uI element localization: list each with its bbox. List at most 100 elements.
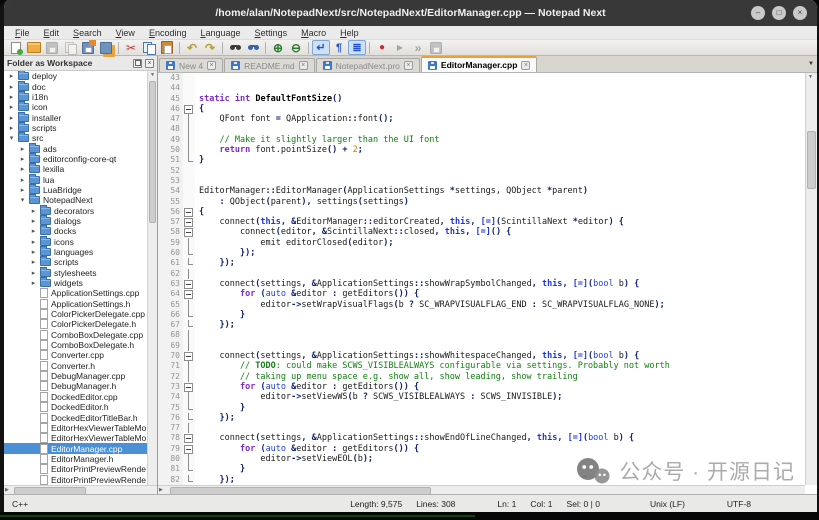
tree-item-DockedEditor.cpp[interactable]: DockedEditor.cpp — [4, 392, 147, 402]
minimize-button[interactable]: – — [751, 6, 765, 20]
tree-item-ComboBoxDelegate.h[interactable]: ComboBoxDelegate.h — [4, 340, 147, 350]
tree-item-installer[interactable]: ▸installer — [4, 112, 147, 122]
expand-arrow-icon[interactable]: ▸ — [19, 165, 26, 173]
menu-view[interactable]: View — [109, 28, 142, 38]
menu-encoding[interactable]: Encoding — [142, 28, 194, 38]
tree-item-DebugManager.h[interactable]: DebugManager.h — [4, 381, 147, 391]
menu-settings[interactable]: Settings — [248, 28, 295, 38]
fold-marker[interactable] — [183, 310, 195, 320]
title-bar[interactable]: /home/alan/NotepadNext/src/NotepadNext/E… — [4, 0, 817, 26]
fold-marker[interactable] — [183, 124, 195, 134]
fold-marker[interactable] — [183, 279, 195, 289]
show-all-characters-button[interactable] — [330, 40, 348, 55]
cut-button[interactable] — [122, 40, 140, 55]
fold-marker[interactable] — [183, 413, 195, 423]
tree-item-EditorHexViewerTableMo…[interactable]: EditorHexViewerTableMo… — [4, 433, 147, 443]
open-file-button[interactable] — [25, 40, 43, 55]
expand-arrow-icon[interactable]: ▸ — [30, 238, 37, 246]
save-copy-as-button[interactable] — [61, 40, 79, 55]
tree-item-Converter.cpp[interactable]: Converter.cpp — [4, 350, 147, 360]
save-macro-button[interactable] — [427, 40, 445, 55]
expand-arrow-icon[interactable]: ▸ — [30, 207, 37, 215]
fold-marker[interactable] — [183, 248, 195, 258]
tree-item-DebugManager.cpp[interactable]: DebugManager.cpp — [4, 371, 147, 381]
expand-arrow-icon[interactable]: ▸ — [30, 248, 37, 256]
fold-marker[interactable] — [183, 403, 195, 413]
word-wrap-button[interactable] — [312, 40, 330, 55]
tree-item-languages[interactable]: ▸languages — [4, 247, 147, 257]
expand-arrow-icon[interactable]: ▸ — [30, 258, 37, 266]
play-macro-button[interactable] — [391, 40, 409, 55]
fold-marker[interactable] — [183, 433, 195, 443]
expand-arrow-icon[interactable]: ▸ — [8, 124, 15, 132]
expand-arrow-icon[interactable]: ▸ — [30, 269, 37, 277]
fold-marker[interactable] — [183, 145, 195, 155]
fold-marker[interactable] — [183, 217, 195, 227]
tree-item-icon[interactable]: ▸icon — [4, 102, 147, 112]
fold-marker[interactable] — [183, 155, 195, 165]
zoom-in-button[interactable] — [269, 40, 287, 55]
expand-arrow-icon[interactable]: ▸ — [30, 217, 37, 225]
expand-arrow-icon[interactable]: ▸ — [8, 103, 15, 111]
expand-arrow-icon[interactable]: ▸ — [8, 93, 15, 101]
tree-item-lua[interactable]: ▸lua — [4, 174, 147, 184]
fold-marker[interactable] — [183, 444, 195, 454]
expand-arrow-icon[interactable]: ▸ — [19, 145, 26, 153]
save-file-button[interactable] — [43, 40, 61, 55]
tree-item-lexilla[interactable]: ▸lexilla — [4, 164, 147, 174]
tab-NotepadNext.pro[interactable]: NotepadNext.pro — [316, 58, 420, 72]
expand-arrow-icon[interactable]: ▸ — [19, 176, 26, 184]
fold-marker[interactable] — [183, 351, 195, 361]
fold-marker[interactable] — [183, 330, 195, 340]
tree-item-dialogs[interactable]: ▸dialogs — [4, 216, 147, 226]
tree-item-ads[interactable]: ▸ads — [4, 143, 147, 153]
tree-item-LuaBridge[interactable]: ▸LuaBridge — [4, 185, 147, 195]
close-tab-icon[interactable] — [207, 61, 216, 70]
tree-item-EditorHexViewerTableMo…[interactable]: EditorHexViewerTableMo… — [4, 423, 147, 433]
menu-language[interactable]: Language — [193, 28, 247, 38]
fold-marker[interactable] — [183, 238, 195, 248]
tree-item-NotepadNext[interactable]: ▾NotepadNext — [4, 195, 147, 205]
close-button[interactable]: × — [793, 6, 807, 20]
save-as-button[interactable] — [79, 40, 97, 55]
tree-item-DockedEditor.h[interactable]: DockedEditor.h — [4, 402, 147, 412]
fold-marker[interactable] — [183, 269, 195, 279]
tree-item-stylesheets[interactable]: ▸stylesheets — [4, 268, 147, 278]
run-macro-multiple-button[interactable] — [409, 40, 427, 55]
record-macro-button[interactable] — [373, 40, 391, 55]
sidebar-horizontal-scrollbar[interactable] — [4, 485, 157, 494]
tree-item-deploy[interactable]: ▸deploy — [4, 71, 147, 81]
replace-button[interactable] — [244, 40, 262, 55]
fold-marker[interactable] — [183, 320, 195, 330]
code-editor-surface[interactable]: 434445static int DefaultFontSize()46{47 … — [158, 73, 805, 485]
fold-marker[interactable] — [183, 464, 195, 474]
expand-arrow-icon[interactable]: ▾ — [8, 134, 15, 142]
menu-macro[interactable]: Macro — [294, 28, 333, 38]
redo-button[interactable] — [201, 40, 219, 55]
find-button[interactable] — [226, 40, 244, 55]
close-tab-icon[interactable] — [299, 61, 308, 70]
tree-item-i18n[interactable]: ▸i18n — [4, 92, 147, 102]
zoom-out-button[interactable] — [287, 40, 305, 55]
close-tab-icon[interactable] — [521, 61, 530, 70]
scrollbar-thumb[interactable] — [807, 131, 816, 189]
editor-vertical-scrollbar[interactable] — [805, 73, 817, 485]
tree-item-docks[interactable]: ▸docks — [4, 226, 147, 236]
fold-marker[interactable] — [183, 227, 195, 237]
fold-marker[interactable] — [183, 207, 195, 217]
scrollbar-thumb[interactable] — [149, 81, 156, 223]
expand-arrow-icon[interactable]: ▸ — [8, 83, 15, 91]
tree-item-scripts[interactable]: ▸scripts — [4, 257, 147, 267]
close-panel-icon[interactable] — [145, 59, 154, 68]
fold-marker[interactable] — [183, 392, 195, 402]
indent-guide-button[interactable] — [348, 40, 366, 55]
fold-marker[interactable] — [183, 258, 195, 268]
tab-list-button[interactable] — [808, 61, 814, 67]
expand-arrow-icon[interactable]: ▸ — [19, 186, 26, 194]
expand-arrow-icon[interactable]: ▸ — [8, 114, 15, 122]
tree-item-EditorPrintPreviewRende…[interactable]: EditorPrintPreviewRende… — [4, 464, 147, 474]
expand-arrow-icon[interactable]: ▸ — [30, 227, 37, 235]
expand-arrow-icon[interactable]: ▸ — [19, 155, 26, 163]
tree-item-EditorManager.cpp[interactable]: EditorManager.cpp — [4, 443, 147, 453]
fold-marker[interactable] — [183, 114, 195, 124]
